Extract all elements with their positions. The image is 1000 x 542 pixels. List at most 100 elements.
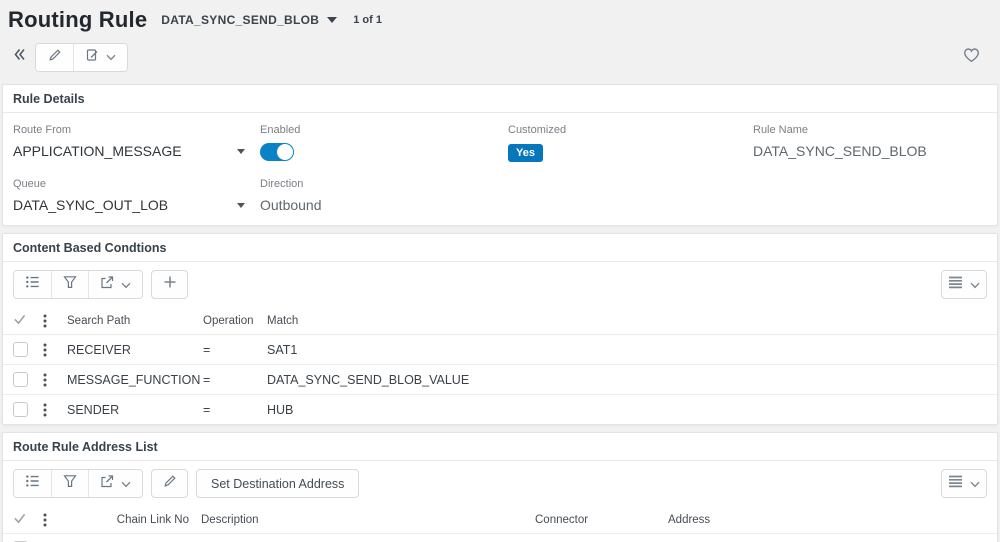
annotate-icon (85, 48, 99, 67)
column-operation[interactable]: Operation (203, 315, 267, 327)
route-from-select[interactable]: APPLICATION_MESSAGE (13, 143, 245, 159)
filter-button[interactable] (51, 470, 88, 497)
collapse-button[interactable] (8, 43, 30, 71)
kebab-menu-header (43, 513, 67, 527)
check-icon (13, 313, 26, 328)
list-view-button[interactable] (14, 271, 51, 298)
enabled-label: Enabled (260, 124, 301, 136)
chevron-down-icon (106, 48, 116, 66)
rule-details-card: Rule Details Route From APPLICATION_MESS… (2, 84, 998, 226)
field-route-from: Route From APPLICATION_MESSAGE (13, 124, 260, 162)
pencil-icon (48, 48, 62, 67)
set-destination-address-button[interactable]: Set Destination Address (196, 469, 360, 498)
queue-value: DATA_SYNC_OUT_LOB (13, 197, 169, 213)
conditions-card: Content Based Condtions Search Path Oper… (2, 233, 998, 425)
cell-search-path: MESSAGE_FUNCTION (67, 372, 201, 387)
favorite-button[interactable] (960, 43, 982, 71)
annotate-menu-button[interactable] (73, 43, 127, 71)
address-columns-button[interactable] (941, 469, 987, 498)
list-view-icon (25, 474, 40, 493)
queue-label: Queue (13, 178, 47, 190)
field-customized: Customized Yes (508, 124, 753, 162)
list-view-button[interactable] (14, 470, 51, 497)
enabled-toggle[interactable] (260, 143, 294, 161)
cell-operation: = (203, 402, 211, 417)
cell-match: HUB (267, 402, 294, 417)
customized-badge: Yes (508, 144, 543, 162)
export-menu-button[interactable] (88, 271, 142, 298)
field-enabled: Enabled (260, 124, 508, 162)
edit-address-button[interactable] (151, 469, 188, 498)
column-connector[interactable]: Connector (523, 514, 668, 526)
edit-button[interactable] (36, 43, 73, 71)
direction-value: Outbound (260, 197, 322, 213)
pencil-icon (163, 474, 177, 493)
rule-name-label: Rule Name (753, 124, 809, 136)
dropdown-arrow-icon (237, 148, 245, 154)
select-all-header[interactable] (13, 313, 43, 328)
record-selector[interactable]: DATA_SYNC_SEND_BLOB (161, 13, 338, 27)
toggle-knob (277, 144, 293, 160)
header-action-group (35, 42, 128, 72)
dropdown-arrow-icon (237, 202, 245, 208)
address-list-title: Route Rule Address List (3, 433, 997, 461)
chevron-down-icon (970, 276, 980, 294)
field-rule-name: Rule Name DATA_SYNC_SEND_BLOB (753, 124, 987, 162)
rule-name-value: DATA_SYNC_SEND_BLOB (753, 143, 927, 159)
kebab-icon[interactable] (43, 403, 67, 417)
record-count: 1 of 1 (353, 14, 382, 26)
column-search-path[interactable]: Search Path (67, 315, 203, 327)
select-all-header[interactable] (13, 512, 43, 527)
address-list-card: Route Rule Address List Set Destination … (2, 432, 998, 542)
field-queue: Queue DATA_SYNC_OUT_LOB (13, 178, 260, 213)
column-address[interactable]: Address (668, 514, 997, 526)
page-header: Routing Rule DATA_SYNC_SEND_BLOB 1 of 1 (0, 0, 1000, 72)
cell-operation: = (203, 372, 211, 387)
cell-operation: = (203, 342, 211, 357)
field-direction: Direction Outbound (260, 178, 508, 213)
conditions-columns-button[interactable] (941, 270, 987, 299)
conditions-table-header: Search Path Operation Match (3, 307, 997, 334)
cell-match: SAT1 (267, 342, 298, 357)
row-checkbox[interactable] (13, 342, 28, 357)
cell-search-path: RECEIVER (67, 342, 131, 357)
address-toolbar-group (13, 469, 143, 498)
double-chevron-left-icon (12, 47, 27, 67)
plus-icon (163, 275, 177, 294)
chevron-down-icon (327, 17, 338, 23)
filter-button[interactable] (51, 271, 88, 298)
page-title: Routing Rule (8, 7, 148, 32)
title-row: Routing Rule DATA_SYNC_SEND_BLOB 1 of 1 (8, 7, 990, 33)
kebab-icon[interactable] (43, 373, 67, 387)
condition-row: SENDER = HUB (3, 394, 997, 424)
rule-details-title: Rule Details (3, 85, 997, 113)
direction-label: Direction (260, 178, 304, 190)
columns-icon (948, 276, 963, 294)
customized-label: Customized (508, 124, 567, 136)
filter-icon (63, 275, 77, 294)
column-match[interactable]: Match (267, 315, 997, 327)
conditions-toolbar-group (13, 270, 143, 299)
kebab-icon[interactable] (43, 343, 67, 357)
queue-select[interactable]: DATA_SYNC_OUT_LOB (13, 197, 245, 213)
row-checkbox[interactable] (13, 402, 28, 417)
export-menu-button[interactable] (88, 470, 142, 497)
record-selector-label: DATA_SYNC_SEND_BLOB (161, 13, 320, 27)
chevron-down-icon (970, 475, 980, 493)
export-icon (100, 474, 114, 493)
add-condition-button[interactable] (151, 270, 188, 299)
condition-row: RECEIVER = SAT1 (3, 334, 997, 364)
column-description[interactable]: Description (189, 514, 523, 526)
export-icon (100, 275, 114, 294)
address-row: 1 DATA_SYNC_SEND_LOB_DATA Http https://d… (3, 533, 997, 542)
chevron-down-icon (121, 475, 131, 493)
conditions-toolbar (3, 262, 997, 307)
conditions-title: Content Based Condtions (3, 234, 997, 262)
kebab-menu-header (43, 314, 67, 328)
columns-icon (948, 475, 963, 493)
address-table-header: Chain Link No Description Connector Addr… (3, 506, 997, 533)
cell-match: DATA_SYNC_SEND_BLOB_VALUE (267, 372, 470, 387)
filter-icon (63, 474, 77, 493)
row-checkbox[interactable] (13, 372, 28, 387)
column-chain-link-no[interactable]: Chain Link No (67, 514, 189, 526)
